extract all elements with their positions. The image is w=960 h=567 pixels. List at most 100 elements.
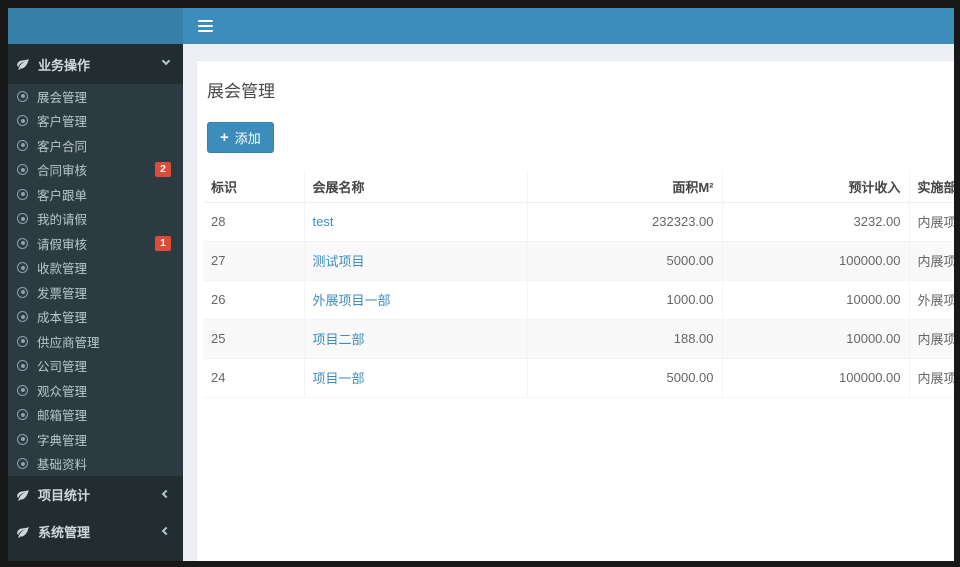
leaf-icon xyxy=(17,526,29,538)
sidebar-item-label: 客户合同 xyxy=(37,139,88,154)
leaf-icon xyxy=(17,58,29,70)
table-row: 27 测试项目 5000.00 100000.00 内展项目 xyxy=(203,241,954,281)
cell-area: 5000.00 xyxy=(526,241,722,281)
exhibition-table: 标识 会展名称 面积M² 预计收入 实施部门 28 test xyxy=(203,171,954,398)
chevron-left-icon xyxy=(161,526,171,536)
sidebar-item[interactable]: 请假审核 1 xyxy=(8,231,183,256)
sidebar-section-business-ops[interactable]: 业务操作 xyxy=(8,44,183,84)
sidebar: 业务操作 展会管理 客户管理 客户合同 合同审核 2 客户跟单 我的请假 请假审… xyxy=(8,44,183,561)
cell-dept: 内展项目 xyxy=(908,319,954,359)
dot-circle-icon xyxy=(17,433,28,445)
dot-circle-icon xyxy=(17,213,28,225)
dot-circle-icon xyxy=(17,188,28,200)
sidebar-item-label: 合同审核 xyxy=(37,164,88,179)
sidebar-item[interactable]: 字典管理 xyxy=(8,427,183,452)
sidebar-item[interactable]: 客户合同 xyxy=(8,133,183,158)
column-header-name: 会展名称 xyxy=(303,171,527,203)
cell-name: 测试项目 xyxy=(303,241,527,281)
sidebar-item-label: 观众管理 xyxy=(37,384,88,399)
cell-name: 外展项目一部 xyxy=(303,280,527,320)
sidebar-item-label: 我的请假 xyxy=(37,213,88,228)
table-row: 24 项目一部 5000.00 100000.00 内展项目 xyxy=(203,358,954,398)
cell-dept: 外展项目 xyxy=(908,280,954,320)
hamburger-icon xyxy=(197,20,213,32)
sidebar-section-system-mgmt[interactable]: 系统管理 xyxy=(8,513,183,550)
exhibition-panel: 展会管理 添加 标识 会展名称 面积M² 预计收入 xyxy=(196,60,954,561)
sidebar-item-label: 请假审核 xyxy=(37,237,88,252)
sidebar-item[interactable]: 合同审核 2 xyxy=(8,158,183,183)
sidebar-item[interactable]: 客户管理 xyxy=(8,109,183,134)
app-window: 业务操作 展会管理 客户管理 客户合同 合同审核 2 客户跟单 我的请假 请假审… xyxy=(8,8,954,561)
dot-circle-icon xyxy=(17,311,28,323)
exhibition-link[interactable]: 项目二部 xyxy=(313,332,365,347)
plus-icon xyxy=(220,130,229,145)
cell-area: 5000.00 xyxy=(526,358,722,398)
cell-dept: 内展项目 xyxy=(908,241,954,281)
sidebar-item[interactable]: 展会管理 xyxy=(8,84,183,109)
dot-circle-icon xyxy=(17,360,28,372)
sidebar-item-label: 发票管理 xyxy=(37,286,88,301)
exhibition-link[interactable]: 项目一部 xyxy=(313,371,365,386)
sidebar-section-label: 业务操作 xyxy=(38,57,91,73)
cell-id: 26 xyxy=(203,280,304,320)
notification-badge: 2 xyxy=(155,162,171,178)
cell-income: 3232.00 xyxy=(721,202,909,242)
logo-area xyxy=(8,8,183,44)
cell-name: 项目一部 xyxy=(303,358,527,398)
sidebar-item-label: 字典管理 xyxy=(37,433,88,448)
sidebar-section-project-stats[interactable]: 项目统计 xyxy=(8,476,183,513)
dot-circle-icon xyxy=(17,458,28,470)
cell-name: test xyxy=(303,202,527,242)
add-button-label: 添加 xyxy=(234,131,261,146)
cell-name: 项目二部 xyxy=(303,319,527,359)
cell-income: 10000.00 xyxy=(721,280,909,320)
exhibition-link[interactable]: 外展项目一部 xyxy=(313,293,391,308)
sidebar-item-label: 基础资料 xyxy=(37,458,88,473)
chevron-left-icon xyxy=(161,489,171,499)
table-row: 25 项目二部 188.00 10000.00 内展项目 xyxy=(203,319,954,359)
sidebar-item-label: 客户管理 xyxy=(37,115,88,130)
dot-circle-icon xyxy=(17,286,28,298)
add-button[interactable]: 添加 xyxy=(207,122,274,153)
cell-area: 1000.00 xyxy=(526,280,722,320)
exhibition-table-wrap: 标识 会展名称 面积M² 预计收入 实施部门 28 test xyxy=(203,171,954,398)
sidebar-item[interactable]: 客户跟单 xyxy=(8,182,183,207)
sidebar-item[interactable]: 观众管理 xyxy=(8,378,183,403)
dot-circle-icon xyxy=(17,90,28,102)
cell-dept: 内展项目 xyxy=(908,358,954,398)
dot-circle-icon xyxy=(17,164,28,176)
leaf-icon xyxy=(17,489,29,501)
sidebar-item[interactable]: 基础资料 xyxy=(8,452,183,477)
exhibition-link[interactable]: test xyxy=(313,214,334,229)
dot-circle-icon xyxy=(17,115,28,127)
cell-income: 100000.00 xyxy=(721,241,909,281)
main-content: 展会管理 添加 标识 会展名称 面积M² 预计收入 xyxy=(183,44,954,561)
sidebar-item[interactable]: 公司管理 xyxy=(8,354,183,379)
cell-area: 188.00 xyxy=(526,319,722,359)
column-header-income: 预计收入 xyxy=(721,171,909,203)
cell-income: 10000.00 xyxy=(721,319,909,359)
page-title: 展会管理 xyxy=(207,82,275,101)
sidebar-item-label: 客户跟单 xyxy=(37,188,88,203)
dot-circle-icon xyxy=(17,139,28,151)
sidebar-item[interactable]: 我的请假 xyxy=(8,207,183,232)
sidebar-item[interactable]: 供应商管理 xyxy=(8,329,183,354)
table-row: 26 外展项目一部 1000.00 10000.00 外展项目 xyxy=(203,280,954,320)
sidebar-item[interactable]: 成本管理 xyxy=(8,305,183,330)
exhibition-link[interactable]: 测试项目 xyxy=(313,254,365,269)
sidebar-item[interactable]: 收款管理 xyxy=(8,256,183,281)
sidebar-item-label: 展会管理 xyxy=(37,90,88,105)
cell-area: 232323.00 xyxy=(526,202,722,242)
sidebar-item-label: 成本管理 xyxy=(37,311,88,326)
sidebar-item-label: 收款管理 xyxy=(37,262,88,277)
chevron-down-icon xyxy=(161,56,171,66)
sidebar-item[interactable]: 邮箱管理 xyxy=(8,403,183,428)
notification-badge: 1 xyxy=(155,235,171,251)
sidebar-toggle-button[interactable] xyxy=(183,8,227,44)
sidebar-item-label: 邮箱管理 xyxy=(37,409,88,424)
table-row: 28 test 232323.00 3232.00 内展项目 xyxy=(203,202,954,242)
column-header-dept: 实施部门 xyxy=(908,171,954,203)
dot-circle-icon xyxy=(17,335,28,347)
column-header-area: 面积M² xyxy=(526,171,722,203)
sidebar-item[interactable]: 发票管理 xyxy=(8,280,183,305)
